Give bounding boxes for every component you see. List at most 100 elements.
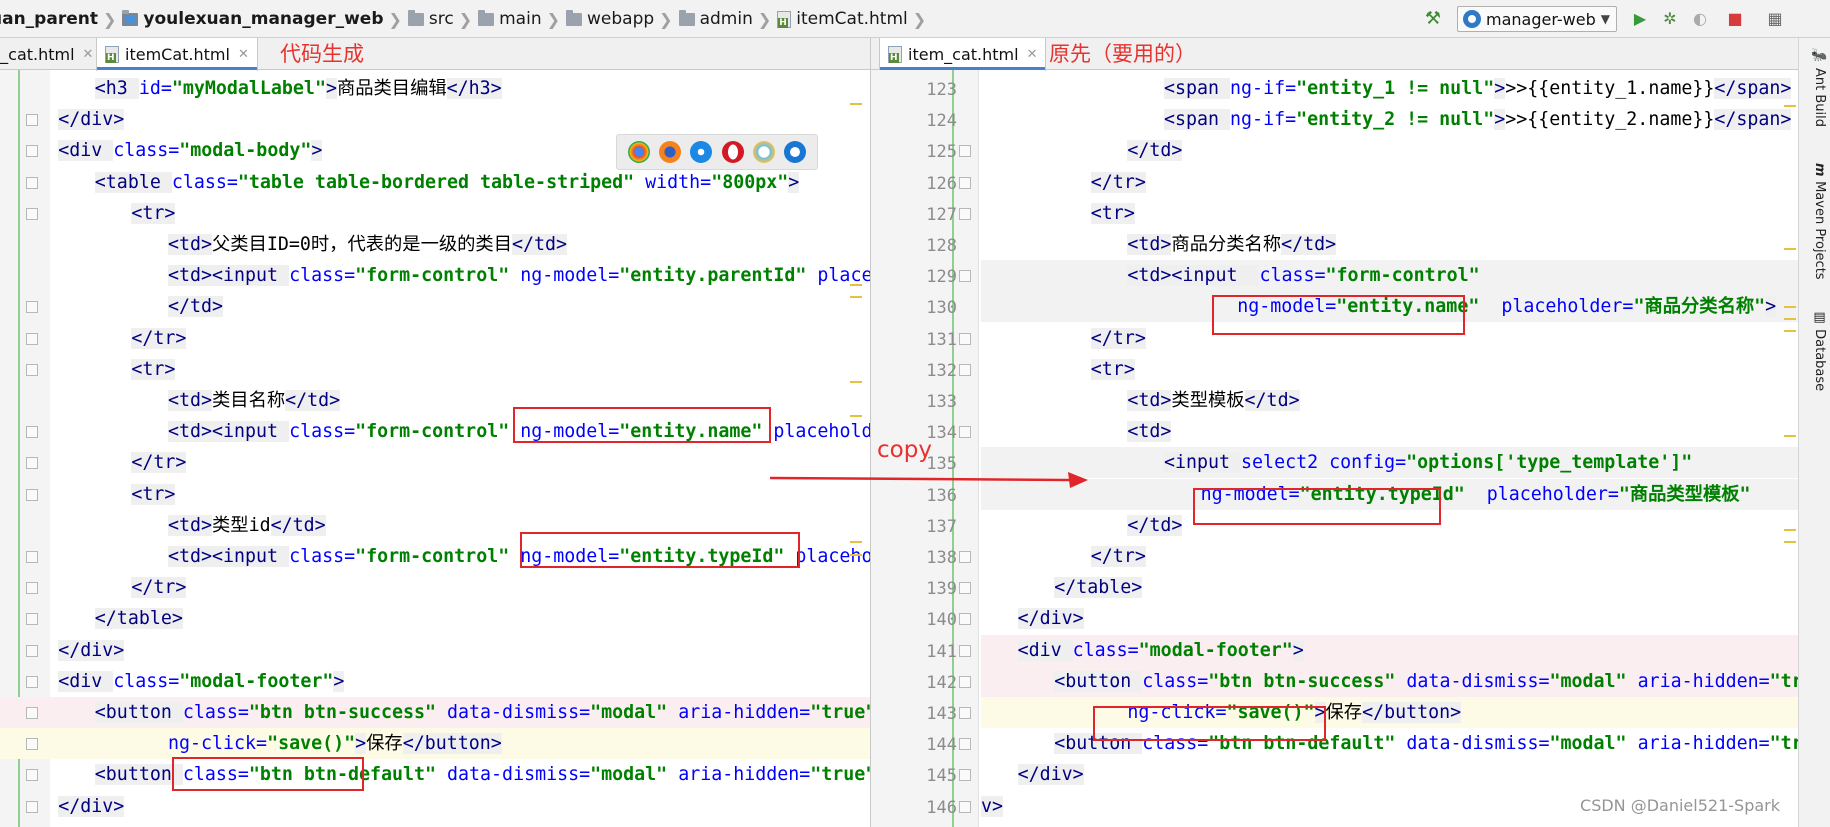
code-token: <td> <box>1127 421 1172 443</box>
tab-n-cat-html[interactable]: n_cat.html ✕ <box>0 38 101 70</box>
run-configuration-select[interactable]: manager-web ▼ <box>1457 6 1617 32</box>
fold-marker-icon[interactable] <box>959 769 971 782</box>
fold-marker-icon[interactable] <box>26 675 38 688</box>
stripe-mark[interactable] <box>1784 105 1796 107</box>
tool-window-database[interactable]: ▤ Database <box>1803 310 1827 391</box>
code-token: "btn btn-success" <box>248 702 437 723</box>
fold-marker-icon[interactable] <box>959 145 971 158</box>
fold-marker-icon[interactable] <box>959 332 971 345</box>
code-token: "table table-bordered table-striped" <box>237 171 635 193</box>
code-token: </div> <box>1017 764 1084 786</box>
fold-marker-icon[interactable] <box>26 488 38 501</box>
ant-icon: 🐜 <box>1812 48 1827 69</box>
code-token: data-dismiss= <box>1406 670 1550 692</box>
fold-marker-icon[interactable] <box>26 582 38 595</box>
stripe-mark[interactable] <box>850 103 862 105</box>
tool-window-maven-projects[interactable]: m Maven Projects <box>1803 163 1827 280</box>
breadcrumb-item[interactable]: webapp ❯ <box>566 0 679 38</box>
stripe-mark[interactable] <box>1784 330 1796 332</box>
code-token: 类型id <box>212 514 271 536</box>
tab-itemcat-html[interactable]: itemCat.html ✕ <box>96 38 258 71</box>
stripe-mark[interactable] <box>1784 435 1796 437</box>
project-structure-icon[interactable]: ▦ <box>1765 9 1785 29</box>
stripe-mark[interactable] <box>850 381 862 383</box>
edge-icon[interactable] <box>784 141 807 163</box>
line-number: 128 <box>926 236 957 256</box>
code-token: <td> <box>1127 234 1172 255</box>
fold-marker-icon[interactable] <box>26 145 38 158</box>
close-icon[interactable]: ✕ <box>238 47 249 62</box>
tab-item-cat-html[interactable]: item_cat.html ✕ <box>879 38 1047 71</box>
ie-icon[interactable] <box>752 141 775 163</box>
tool-window-ant-build[interactable]: 🐜 Ant Build <box>1803 48 1827 127</box>
stripe-mark[interactable] <box>1784 248 1796 250</box>
fold-marker-icon[interactable] <box>959 426 971 439</box>
fold-marker-icon[interactable] <box>959 582 971 595</box>
code-token: </td> <box>285 390 341 411</box>
coverage-icon[interactable]: ◐ <box>1690 9 1710 29</box>
stripe-mark[interactable] <box>1784 318 1796 320</box>
code-token: </td> <box>1127 514 1183 536</box>
code-token: <button <box>94 764 183 786</box>
stop-icon[interactable]: ■ <box>1725 9 1745 29</box>
chrome-icon[interactable] <box>627 141 650 163</box>
code-token: "商品分类名称" <box>1633 296 1766 318</box>
fold-marker-icon[interactable] <box>959 738 971 751</box>
fold-marker-icon[interactable] <box>959 207 971 220</box>
fold-marker-icon[interactable] <box>26 301 38 314</box>
code-token: aria-hidden= <box>1637 670 1770 692</box>
fold-marker-icon[interactable] <box>26 551 38 563</box>
stripe-mark[interactable] <box>850 554 862 556</box>
fold-marker-icon[interactable] <box>26 800 38 813</box>
fold-marker-icon[interactable] <box>959 707 971 719</box>
fold-marker-icon[interactable] <box>26 207 38 220</box>
code-token: <td> <box>1127 390 1172 411</box>
fold-marker-icon[interactable] <box>26 707 38 719</box>
close-icon[interactable]: ✕ <box>1027 47 1038 62</box>
fold-marker-icon[interactable] <box>26 769 38 782</box>
stripe-mark[interactable] <box>1784 529 1796 531</box>
fold-marker-icon[interactable] <box>26 114 38 127</box>
code-line: <td><input class="form-control" ng-model… <box>168 260 870 291</box>
fold-marker-icon[interactable] <box>26 738 38 751</box>
stripe-mark[interactable] <box>1784 306 1796 308</box>
run-config-label: manager-web <box>1486 9 1596 29</box>
stripe-mark[interactable] <box>1784 541 1796 543</box>
build-hammer-icon[interactable]: ⚒ <box>1422 8 1444 30</box>
fold-marker-icon[interactable] <box>26 363 38 376</box>
fold-marker-icon[interactable] <box>26 332 38 345</box>
fold-marker-icon[interactable] <box>959 675 971 688</box>
stripe-mark[interactable] <box>850 415 862 417</box>
fold-marker-icon[interactable] <box>959 613 971 626</box>
fold-marker-icon[interactable] <box>26 176 38 189</box>
firefox-icon[interactable] <box>658 141 681 163</box>
fold-marker-icon[interactable] <box>26 644 38 657</box>
opera-icon[interactable] <box>721 141 744 163</box>
fold-marker-icon[interactable] <box>26 426 38 439</box>
left-tab-bar: n_cat.html ✕ itemCat.html ✕ 代码生成 <box>0 38 870 71</box>
breadcrumb-item[interactable]: main ❯ <box>478 0 566 38</box>
stripe-mark[interactable] <box>850 541 862 543</box>
run-icon[interactable]: ▶ <box>1630 9 1650 29</box>
fold-marker-icon[interactable] <box>26 457 38 470</box>
right-code-area[interactable]: 123 <span ng-if="entity_1 != null">>>{{en… <box>871 70 1798 827</box>
watermark: CSDN @Daniel521-Spark <box>1580 796 1780 815</box>
fold-marker-icon[interactable] <box>959 644 971 657</box>
close-icon[interactable]: ✕ <box>83 47 94 62</box>
fold-marker-icon[interactable] <box>959 800 971 813</box>
fold-marker-icon[interactable] <box>959 363 971 376</box>
fold-marker-icon[interactable] <box>959 270 971 283</box>
breadcrumb-item[interactable]: itemCat.html❯ <box>777 0 932 38</box>
stripe-mark[interactable] <box>850 284 862 286</box>
breadcrumb-item[interactable]: admin ❯ <box>678 0 778 38</box>
stripe-mark[interactable] <box>850 296 862 298</box>
breadcrumb-item[interactable]: youlexuan_manager_web ❯ <box>122 0 408 38</box>
left-code-area[interactable]: <h3 id="myModalLabel">商品类目编辑</h3> </div> <… <box>0 70 870 827</box>
fold-marker-icon[interactable] <box>959 551 971 563</box>
fold-marker-icon[interactable] <box>959 176 971 189</box>
breadcrumb-item[interactable]: src ❯ <box>407 0 478 38</box>
breadcrumb-item[interactable]: uan_parent ❯ <box>0 0 122 38</box>
fold-marker-icon[interactable] <box>26 613 38 626</box>
debug-icon[interactable]: ✲ <box>1660 9 1680 29</box>
safari-icon[interactable] <box>690 141 713 163</box>
